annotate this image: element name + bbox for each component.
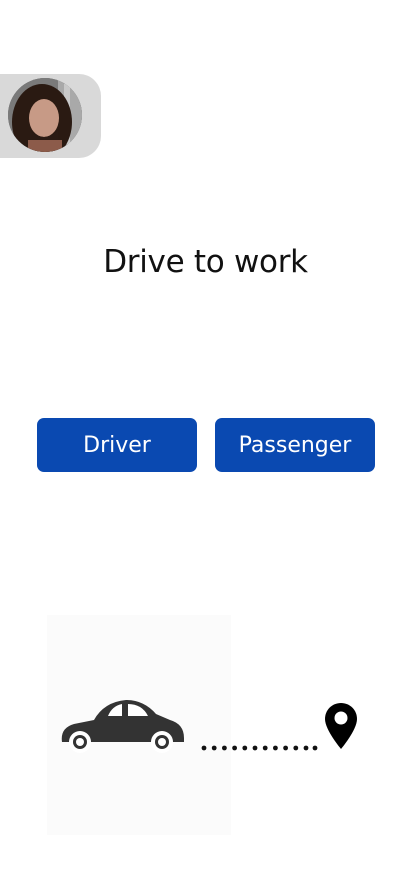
avatar[interactable]	[8, 78, 82, 152]
dotted-route	[201, 745, 318, 751]
car-icon	[61, 700, 184, 753]
driver-button[interactable]: Driver	[37, 418, 197, 472]
profile-tab[interactable]	[0, 74, 101, 158]
passenger-button[interactable]: Passenger	[215, 418, 375, 472]
location-pin-icon	[325, 703, 357, 749]
page-title: Drive to work	[103, 244, 308, 280]
avatar-image	[8, 78, 82, 152]
